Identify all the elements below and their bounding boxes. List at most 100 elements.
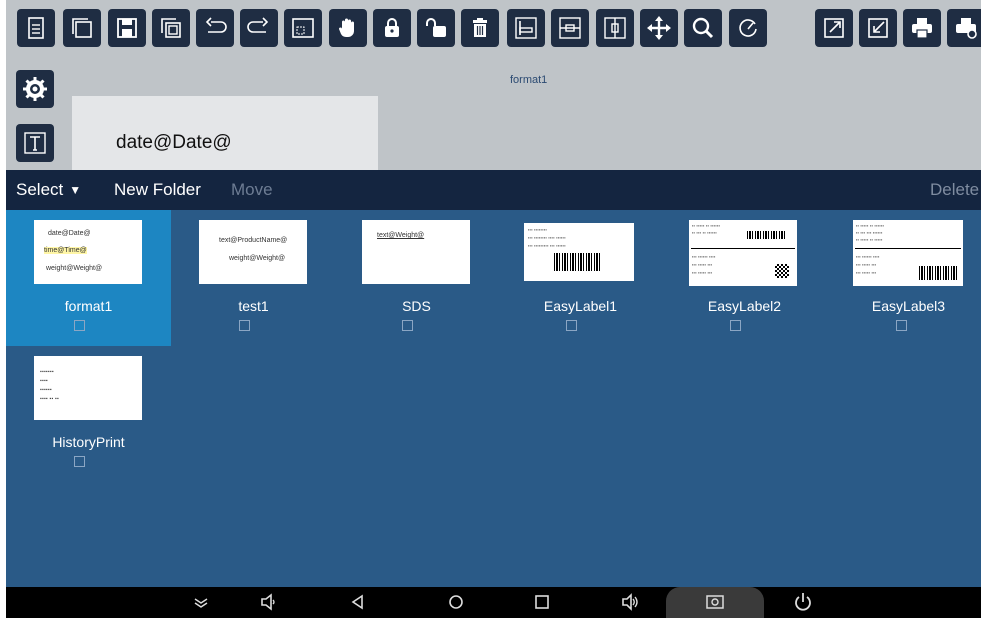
file-checkbox[interactable] <box>402 320 413 331</box>
thumb-text: ▪▪▪ ▪▪▪▪▪ ▪▪▪ <box>856 270 877 275</box>
settings-gear-icon[interactable] <box>16 70 54 108</box>
action-bar: Select ▼ New Folder Move Delete <box>6 170 981 210</box>
thumb-line: time@Time@ <box>44 247 87 254</box>
file-tile-easylabel1[interactable]: ▪▪▪ ▪▪▪▪▪▪▪▪ ▪▪▪ ▪▪▪▪▪▪▪▪ ▪▪▪▪ ▪▪▪▪▪▪ ▪▪… <box>498 210 663 346</box>
file-checkbox[interactable] <box>74 456 85 467</box>
thumb-text: ▪▪▪▪ ▪▪ ▪▪ <box>40 396 59 402</box>
file-checkbox[interactable] <box>74 320 85 331</box>
format-name-label: format1 <box>510 74 548 86</box>
thumb-text: ▪▪▪ ▪▪▪▪▪▪ ▪▪▪▪ <box>856 254 880 259</box>
home-icon[interactable] <box>444 591 468 613</box>
thumbnail: text@ProductName@ weight@Weight@ <box>199 220 307 284</box>
hand-icon[interactable] <box>329 9 367 47</box>
file-tile-format1[interactable]: date@Date@ time@Time@ weight@Weight@ for… <box>6 210 171 346</box>
align-center-horizontal-icon[interactable] <box>551 9 589 47</box>
file-tile-test1[interactable]: text@ProductName@ weight@Weight@ test1 <box>171 210 336 346</box>
thumbnail: ▪▪ ▪▪▪▪▪ ▪▪ ▪▪▪▪▪▪ ▪▪ ▪▪▪ ▪▪▪ ▪▪▪▪▪▪ ▪▪ … <box>853 220 963 286</box>
thumbnail: text@Weight@ <box>362 220 470 284</box>
save-icon[interactable] <box>108 9 146 47</box>
divider <box>855 248 961 249</box>
unlock-icon[interactable] <box>417 9 455 47</box>
file-tile-easylabel3[interactable]: ▪▪ ▪▪▪▪▪ ▪▪ ▪▪▪▪▪▪ ▪▪ ▪▪▪ ▪▪▪ ▪▪▪▪▪▪ ▪▪ … <box>816 210 981 346</box>
undo-icon[interactable] <box>196 9 234 47</box>
redo-icon[interactable] <box>240 9 278 47</box>
thumbnail: ▪▪▪ ▪▪▪▪▪▪▪▪ ▪▪▪ ▪▪▪▪▪▪▪▪ ▪▪▪▪ ▪▪▪▪▪▪ ▪▪… <box>524 223 634 281</box>
select-dropdown[interactable]: Select ▼ <box>16 180 81 200</box>
import-icon[interactable] <box>859 9 897 47</box>
barcode-graphic <box>554 253 600 271</box>
text-tool-icon[interactable] <box>16 124 54 162</box>
thumb-text: ▪▪▪▪ <box>40 378 48 384</box>
file-name: test1 <box>238 298 269 314</box>
file-tile-easylabel2[interactable]: ▪▪ ▪▪▪▪▪ ▪▪ ▪▪▪▪▪▪ ▪▪ ▪▪▪ ▪▪ ▪▪▪▪▪▪ ▪▪▪ … <box>662 210 827 346</box>
file-checkbox[interactable] <box>239 320 250 331</box>
new-folder-button[interactable]: New Folder <box>114 180 201 200</box>
file-name: SDS <box>402 298 431 314</box>
thumb-text: ▪▪▪ ▪▪▪▪▪▪▪▪ ▪▪▪▪ ▪▪▪▪▪▪ <box>528 235 566 240</box>
caret-down-icon: ▼ <box>69 183 82 197</box>
back-icon[interactable] <box>346 591 370 613</box>
thumb-text: ▪▪ ▪▪▪▪▪ ▪▪ ▪▪▪▪▪▪ <box>692 223 721 228</box>
file-name: EasyLabel2 <box>707 298 782 314</box>
file-name: HistoryPrint <box>52 434 125 450</box>
file-checkbox[interactable] <box>730 320 741 331</box>
thumb-text: ▪▪ ▪▪▪▪▪ ▪▪ ▪▪▪▪▪ <box>856 237 883 242</box>
thumbnail: date@Date@ time@Time@ weight@Weight@ <box>34 220 142 284</box>
system-nav-bar <box>6 587 981 618</box>
rotate-icon[interactable] <box>729 9 767 47</box>
align-left-icon[interactable] <box>507 9 545 47</box>
barcode-graphic <box>919 266 957 280</box>
thumb-text: ▪▪▪ ▪▪▪▪▪ ▪▪▪ <box>856 262 877 267</box>
thumb-text: ▪▪▪ ▪▪▪▪▪▪ ▪▪▪▪ <box>692 254 716 259</box>
divider <box>691 248 795 249</box>
thumbnail: ▪▪ ▪▪▪▪▪ ▪▪ ▪▪▪▪▪▪ ▪▪ ▪▪▪ ▪▪ ▪▪▪▪▪▪ ▪▪▪ … <box>689 220 797 286</box>
collapse-icon[interactable] <box>189 591 213 613</box>
recents-icon[interactable] <box>530 591 554 613</box>
trash-icon[interactable] <box>461 9 499 47</box>
print-icon[interactable] <box>903 9 941 47</box>
thumb-text: ▪▪▪▪▪▪ <box>40 387 52 393</box>
thumb-line: date@Date@ <box>48 230 91 237</box>
thumb-line: text@Weight@ <box>377 232 425 239</box>
select-area-icon[interactable] <box>284 9 322 47</box>
thumb-text: ▪▪▪ ▪▪▪▪▪▪▪▪ <box>528 227 548 232</box>
volume-down-icon[interactable] <box>256 591 280 613</box>
select-label: Select <box>16 180 64 199</box>
copy-icon[interactable] <box>63 9 101 47</box>
thumbnail: ▪▪▪▪▪▪▪ ▪▪▪▪ ▪▪▪▪▪▪ ▪▪▪▪ ▪▪ ▪▪ <box>34 356 142 420</box>
thumb-text: ▪▪▪▪▪▪▪ <box>40 369 54 375</box>
export-icon[interactable] <box>815 9 853 47</box>
canvas-text-field[interactable]: date@Date@ <box>116 132 232 154</box>
barcode-graphic <box>747 231 787 239</box>
screenshot-icon[interactable] <box>703 591 727 613</box>
file-checkbox[interactable] <box>566 320 577 331</box>
move-button[interactable]: Move <box>231 180 273 200</box>
new-file-icon[interactable] <box>17 9 55 47</box>
print-settings-icon[interactable] <box>947 9 981 47</box>
zoom-icon[interactable] <box>684 9 722 47</box>
thumb-text: ▪▪▪ ▪▪▪▪▪ ▪▪▪ <box>692 262 713 267</box>
thumb-line: weight@Weight@ <box>229 255 286 262</box>
file-name: EasyLabel1 <box>543 298 618 314</box>
lock-icon[interactable] <box>373 9 411 47</box>
file-grid: date@Date@ time@Time@ weight@Weight@ for… <box>6 210 981 587</box>
thumb-text: ▪▪▪ ▪▪▪▪▪▪▪▪▪ ▪▪▪ ▪▪▪▪▪▪ <box>528 243 566 248</box>
file-name: format1 <box>64 298 113 314</box>
qr-code-graphic <box>775 264 789 278</box>
save-as-icon[interactable] <box>152 9 190 47</box>
file-tile-historyprint[interactable]: ▪▪▪▪▪▪▪ ▪▪▪▪ ▪▪▪▪▪▪ ▪▪▪▪ ▪▪ ▪▪ HistoryPr… <box>6 346 171 482</box>
volume-up-icon[interactable] <box>618 591 642 613</box>
thumb-text: ▪▪ ▪▪▪ ▪▪ ▪▪▪▪▪▪ <box>692 230 717 235</box>
move-icon[interactable] <box>640 9 678 47</box>
thumb-text: ▪▪ ▪▪▪▪▪ ▪▪ ▪▪▪▪▪▪ <box>856 223 885 228</box>
file-tile-sds[interactable]: text@Weight@ SDS <box>334 210 499 346</box>
file-name: EasyLabel3 <box>871 298 946 314</box>
thumb-line: weight@Weight@ <box>46 265 103 272</box>
power-icon[interactable] <box>791 591 815 613</box>
align-center-vertical-icon[interactable] <box>596 9 634 47</box>
file-checkbox[interactable] <box>896 320 907 331</box>
thumb-line: text@ProductName@ <box>219 237 288 244</box>
delete-button[interactable]: Delete <box>930 180 979 200</box>
thumb-text: ▪▪▪ ▪▪▪▪▪ ▪▪▪ <box>692 270 713 275</box>
thumb-text: ▪▪ ▪▪▪ ▪▪▪ ▪▪▪▪▪▪ <box>856 230 883 235</box>
